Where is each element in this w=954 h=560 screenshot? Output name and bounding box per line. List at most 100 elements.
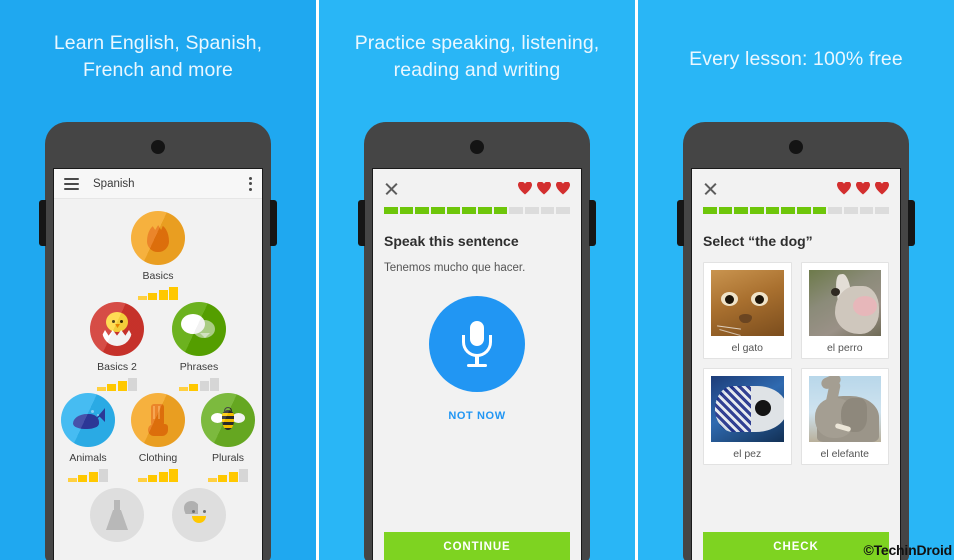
skill-label: Clothing — [138, 452, 178, 464]
check-button[interactable]: CHECK — [703, 532, 889, 560]
answer-card-label: el perro — [826, 342, 863, 354]
phone-left-button[interactable] — [358, 200, 365, 246]
kebab-menu-icon[interactable] — [249, 176, 252, 191]
fish-photo — [711, 376, 784, 442]
headline-line-2: French and more — [83, 59, 233, 81]
exercise-prompt: Select “the dog” — [703, 233, 813, 249]
heart-icon — [875, 182, 889, 195]
headline-line-1: Learn English, Spanish, — [53, 32, 263, 54]
elephant-photo — [808, 376, 881, 442]
speech-bubbles-icon[interactable] — [172, 302, 226, 356]
phone-mockup: Speak this sentence Tenemos mucho que ha… — [346, 122, 608, 560]
lesson-progress-bar — [384, 207, 571, 214]
close-x-icon[interactable] — [703, 181, 718, 196]
skill-label: Phrases — [179, 361, 219, 373]
mic-button-wrap — [384, 296, 570, 392]
whale-icon[interactable] — [61, 393, 115, 447]
skill-basics[interactable]: Basics — [124, 211, 192, 300]
panel-free-lessons: Every lesson: 100% free Select “the dog”… — [638, 0, 954, 560]
panel-headline: Learn English, Spanish, French and more — [0, 30, 316, 84]
answer-card-perro[interactable]: el perro — [800, 262, 889, 359]
hamburger-icon[interactable] — [64, 177, 79, 190]
headline-line-1: Every lesson: 100% free — [689, 48, 903, 70]
skill-locked-science[interactable] — [83, 488, 151, 542]
headline-line-1: Practice speaking, listening, — [354, 32, 600, 54]
skill-label: Basics — [142, 270, 174, 282]
phone-right-button[interactable] — [589, 200, 596, 246]
skill-strength-bar — [200, 469, 256, 482]
answer-card-pez[interactable]: el pez — [703, 368, 792, 465]
panel-practice-skills: Practice speaking, listening, reading an… — [319, 0, 635, 560]
skill-row: Basics 2 Phrases — [60, 302, 256, 391]
panel-learn-languages: Learn English, Spanish, French and more … — [0, 0, 316, 560]
skill-label: Animals — [69, 452, 107, 464]
answer-card-elefante[interactable]: el elefante — [800, 368, 889, 465]
phone-camera — [470, 140, 484, 154]
skill-strength-bar — [130, 469, 186, 482]
phone-camera — [789, 140, 803, 154]
answer-card-label: el pez — [733, 448, 762, 460]
answer-card-gato[interactable]: el gato — [703, 262, 792, 359]
phone-right-button[interactable] — [270, 200, 277, 246]
flask-icon[interactable] — [90, 488, 144, 542]
phone-screen-select-image: Select “the dog” el gato el perro el pez… — [691, 168, 901, 560]
cat-photo — [711, 270, 784, 336]
app-bar: Spanish — [54, 169, 262, 199]
lesson-speaking: Speak this sentence Tenemos mucho que ha… — [373, 169, 581, 560]
skill-strength-bar — [83, 378, 151, 391]
panel-headline: Every lesson: 100% free — [638, 46, 954, 73]
bee-icon[interactable] — [201, 393, 255, 447]
microphone-icon[interactable] — [429, 296, 525, 392]
phone-left-button[interactable] — [677, 200, 684, 246]
heart-icon — [556, 182, 570, 195]
phone-right-button[interactable] — [908, 200, 915, 246]
lesson-progress-bar — [703, 207, 890, 214]
skill-basics-2[interactable]: Basics 2 — [83, 302, 151, 391]
panel-headline: Practice speaking, listening, reading an… — [319, 30, 635, 84]
answer-card-grid: el gato el perro el pez el elefante — [703, 262, 889, 465]
phone-screen-speaking: Speak this sentence Tenemos mucho que ha… — [372, 168, 582, 560]
exercise-prompt: Speak this sentence — [384, 233, 519, 249]
hearts-meter — [518, 182, 570, 195]
egg-icon[interactable] — [131, 211, 185, 265]
skill-strength-bar — [124, 287, 192, 300]
watermark: ©TechinDroid — [863, 542, 952, 558]
screenshot-stage: Learn English, Spanish, French and more … — [0, 0, 954, 560]
skill-plurals[interactable]: Plurals — [200, 393, 256, 482]
heart-icon — [837, 182, 851, 195]
phone-camera — [151, 140, 165, 154]
lesson-header — [384, 178, 570, 198]
lesson-select-image: Select “the dog” el gato el perro el pez… — [692, 169, 900, 560]
not-now-link[interactable]: NOT NOW — [384, 410, 570, 422]
skill-locked-dating[interactable] — [165, 488, 233, 542]
skill-row-locked — [60, 488, 256, 542]
skill-label: Basics 2 — [97, 361, 137, 373]
skill-phrases[interactable]: Phrases — [165, 302, 233, 391]
exercise-sentence: Tenemos mucho que hacer. — [384, 262, 526, 274]
phone-left-button[interactable] — [39, 200, 46, 246]
phone-mockup: Select “the dog” el gato el perro el pez… — [665, 122, 927, 560]
skill-strength-bar — [60, 469, 116, 482]
phone-mockup: Spanish Basics Basics 2 Phrases Animals … — [27, 122, 289, 560]
skill-tree: Basics Basics 2 Phrases Animals Clothing… — [54, 199, 262, 542]
skill-row: Basics — [60, 211, 256, 300]
heart-icon — [856, 182, 870, 195]
skill-label: Plurals — [211, 452, 245, 464]
answer-card-label: el elefante — [820, 448, 869, 460]
continue-button[interactable]: CONTINUE — [384, 532, 570, 560]
heart-face-icon[interactable] — [172, 488, 226, 542]
skill-animals[interactable]: Animals — [60, 393, 116, 482]
heart-icon — [518, 182, 532, 195]
dog-photo — [808, 270, 881, 336]
lesson-header — [703, 178, 889, 198]
close-x-icon[interactable] — [384, 181, 399, 196]
headline-line-2: reading and writing — [393, 59, 561, 81]
sock-icon[interactable] — [131, 393, 185, 447]
chick-icon[interactable] — [90, 302, 144, 356]
hearts-meter — [837, 182, 889, 195]
phone-screen-skilltree: Spanish Basics Basics 2 Phrases Animals … — [53, 168, 263, 560]
app-bar-title: Spanish — [93, 177, 135, 190]
answer-card-label: el gato — [731, 342, 764, 354]
skill-strength-bar — [165, 378, 233, 391]
skill-clothing[interactable]: Clothing — [130, 393, 186, 482]
